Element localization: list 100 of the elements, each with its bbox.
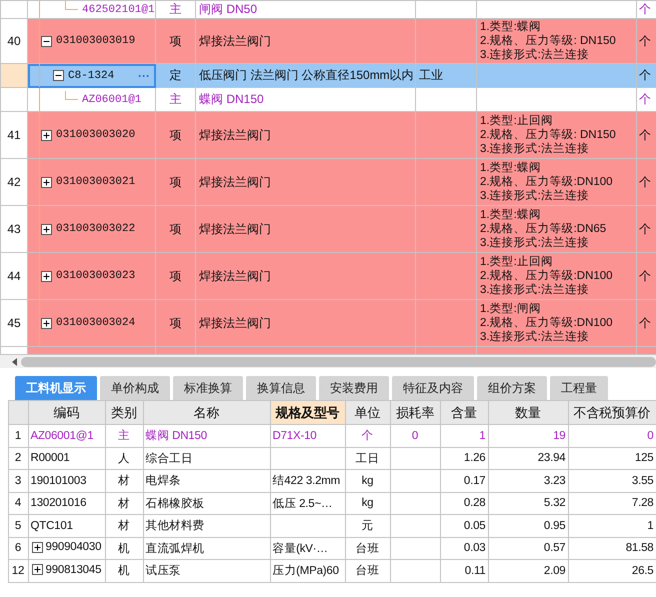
unit-text: 个 xyxy=(639,268,651,282)
tab[interactable]: 换算信息 xyxy=(246,376,316,400)
name-text: 焊接法兰阀门 xyxy=(199,316,271,330)
table-cell: 3.55 xyxy=(632,474,654,487)
tab[interactable]: 标准换算 xyxy=(173,376,243,400)
type-text: 项 xyxy=(170,316,182,330)
table-cell-text: 材 xyxy=(118,474,130,488)
column-header[interactable]: 含量 xyxy=(440,400,488,424)
row-number: 42 xyxy=(0,158,28,206)
column-header[interactable]: 名称 xyxy=(143,400,270,424)
expand-icon[interactable] xyxy=(32,564,42,575)
code-text: 031003003024 xyxy=(56,317,136,329)
table-cell-text: 直流弧焊机 xyxy=(146,541,205,556)
tab[interactable]: 单价构成 xyxy=(100,376,170,400)
feature-line: 1.类型:蝶阀 xyxy=(480,208,542,222)
code-text: 031003003021 xyxy=(56,176,136,188)
expand-icon[interactable] xyxy=(41,176,52,188)
type-text: 定 xyxy=(170,68,182,82)
row-number: 4 xyxy=(8,492,28,514)
code-text: 031003003019 xyxy=(56,35,136,47)
table-cell: 19 xyxy=(553,430,566,442)
feature-line: 2.规格、压力等级: DN150 xyxy=(480,128,617,142)
name-text: 焊接法兰阀门 xyxy=(199,222,271,236)
tree-line xyxy=(65,91,78,100)
column-header[interactable]: 损耗率 xyxy=(390,400,440,424)
collapse-icon[interactable] xyxy=(41,36,52,46)
column-header[interactable]: 编码 xyxy=(28,400,105,424)
row-number: 12 xyxy=(8,560,28,582)
column-header[interactable]: 单位 xyxy=(345,400,390,424)
tab[interactable]: 安装费用 xyxy=(319,376,389,400)
table-cell: R00001 xyxy=(30,452,70,464)
table-cell: 0.05 xyxy=(464,520,486,532)
code-text: C8-1324 xyxy=(68,70,114,82)
table-cell: 23.94 xyxy=(538,452,566,464)
unit-text: 个 xyxy=(639,128,651,142)
scrollbar-thumb[interactable] xyxy=(21,356,656,366)
unit-text: 个 xyxy=(639,222,651,236)
feature-line: 2.规格、压力等级:DN100 xyxy=(480,316,614,330)
table-cell: 130201016 xyxy=(30,497,86,510)
table-cell: 0.11 xyxy=(464,564,486,577)
type-text: 项 xyxy=(170,222,182,236)
tab[interactable]: 组价方案 xyxy=(477,376,547,400)
unit-text: 个 xyxy=(639,68,651,82)
row-number: 43 xyxy=(0,206,28,252)
expand-icon[interactable] xyxy=(41,224,52,234)
expand-icon[interactable] xyxy=(41,270,52,282)
column-header[interactable]: 数量 xyxy=(488,400,568,424)
table-cell: kg xyxy=(362,497,374,510)
table-cell: 0.03 xyxy=(464,542,486,554)
table-cell-text: 低压 2.5~… xyxy=(272,496,332,511)
table-cell: 5.32 xyxy=(544,497,566,510)
table-cell-text: 元 xyxy=(362,519,374,534)
expand-icon[interactable] xyxy=(41,318,52,328)
table-cell: AZ06001@1 xyxy=(30,430,94,442)
column-header[interactable]: 规格及型号 xyxy=(270,400,345,424)
table-cell: 2.09 xyxy=(544,564,566,577)
table-cell-text: 其他材料费 xyxy=(146,518,205,534)
name-text: 低压阀门 法兰阀门 公称直径150mm以内 xyxy=(199,68,414,82)
feature-line: 3.连接形式:法兰连接 xyxy=(480,189,590,203)
row-number: 2 xyxy=(8,447,28,470)
tab[interactable]: 特征及内容 xyxy=(392,376,474,400)
scroll-left-icon[interactable] xyxy=(12,358,18,366)
table-cell-text: 材 xyxy=(118,496,130,511)
table-cell-text: 容量(kV·… xyxy=(272,541,328,556)
type-text: 项 xyxy=(170,34,182,48)
type-text: 项 xyxy=(170,128,182,142)
table-cell: 0.28 xyxy=(464,497,486,510)
table-cell-text: 试压泵 xyxy=(146,564,181,578)
feature-line: 3.连接形式:法兰连接 xyxy=(480,283,590,297)
table-cell: 7.28 xyxy=(632,497,654,510)
horizontal-scrollbar[interactable] xyxy=(0,355,656,368)
feature-line: 2.规格、压力等级: DN150 xyxy=(480,34,617,48)
table-cell: 190101003 xyxy=(30,474,86,487)
expand-icon[interactable] xyxy=(41,130,52,140)
table-cell-text: 结422 3.2mm xyxy=(272,474,340,488)
type-text: 项 xyxy=(170,268,182,282)
feature-line: 1.类型:闸阀 xyxy=(480,302,542,316)
tree-line xyxy=(65,2,78,10)
feature-line: 1.类型:止回阀 xyxy=(480,114,554,128)
column-header[interactable]: 类别 xyxy=(105,400,143,424)
table-cell: 1 xyxy=(647,520,654,532)
row-number: 45 xyxy=(0,300,28,346)
tab[interactable]: 工程量 xyxy=(550,376,608,400)
code-text: AZ06001@1 xyxy=(82,94,142,106)
name-text: 焊接法兰阀门 xyxy=(199,128,271,142)
name-text: 闸阀 DN50 xyxy=(199,2,258,16)
feature-line: 2.规格、压力等级:DN65 xyxy=(480,222,608,236)
column-header[interactable]: 不含税预算价 xyxy=(568,400,656,424)
name-text: 焊接法兰阀门 xyxy=(199,34,271,48)
feature-line: 2.规格、压力等级:DN100 xyxy=(480,269,614,283)
row-number: 1 xyxy=(8,424,28,447)
type-text: 主 xyxy=(170,92,182,106)
expand-icon[interactable] xyxy=(32,542,42,552)
category-text: 工业 xyxy=(419,68,443,82)
table-cell-text: 工日 xyxy=(356,452,380,466)
table-cell: 0 xyxy=(647,430,654,442)
table-cell: QTC101 xyxy=(30,520,73,532)
collapse-icon[interactable] xyxy=(53,70,64,81)
unit-text: 个 xyxy=(639,316,651,330)
feature-line: 1.类型:止回阀 xyxy=(480,255,554,269)
